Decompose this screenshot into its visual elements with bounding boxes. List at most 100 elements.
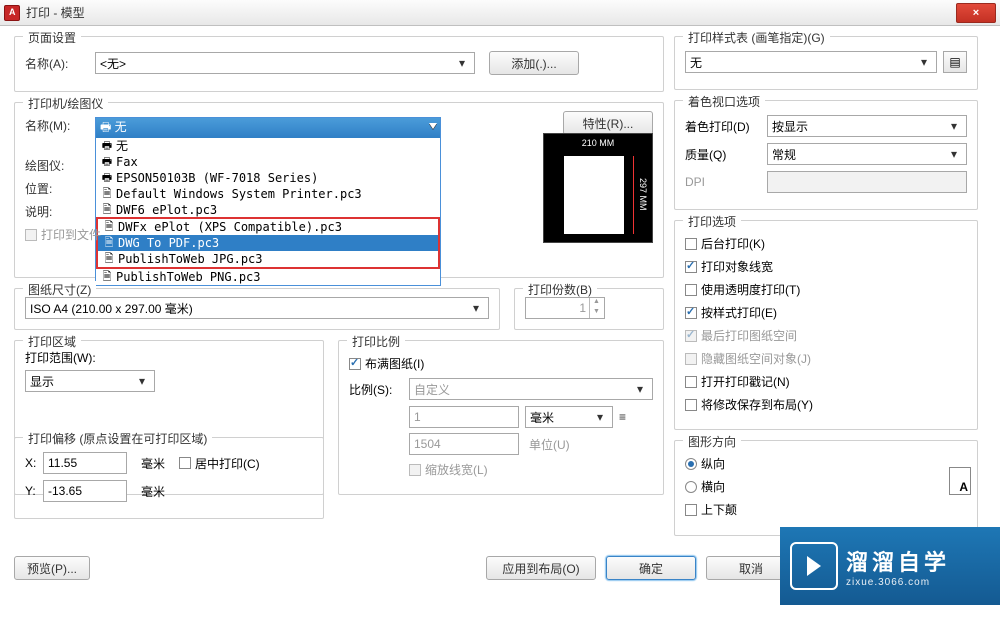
- preview-button[interactable]: 预览(P)...: [14, 556, 90, 580]
- checkbox-icon: [685, 330, 697, 342]
- preview-width-label: 210 MM: [564, 138, 632, 148]
- plot-option-checkbox[interactable]: 后台打印(K): [685, 235, 765, 252]
- checkbox-icon: [685, 353, 697, 365]
- scale-numerator-field[interactable]: 1: [409, 406, 519, 428]
- x-unit: 毫米: [141, 455, 165, 472]
- y-label: Y:: [25, 484, 43, 498]
- scale-combo[interactable]: 自定义 ▾: [409, 378, 653, 400]
- shade-plot-combo[interactable]: 按显示 ▾: [767, 115, 967, 137]
- group-paper-size: 图纸尺寸(Z) ISO A4 (210.00 x 297.00 毫米) ▾: [14, 288, 500, 330]
- plot-option-label: 按样式打印(E): [701, 304, 777, 321]
- plot-area-title: 打印区域: [23, 333, 81, 350]
- page-setup-name-combo[interactable]: <无> ▾: [95, 52, 475, 74]
- printer-title: 打印机/绘图仪: [23, 95, 108, 112]
- ok-button[interactable]: 确定: [606, 556, 696, 580]
- paper-size-combo[interactable]: ISO A4 (210.00 x 297.00 毫米) ▾: [25, 297, 489, 319]
- scale-label: 比例(S):: [349, 381, 409, 398]
- orientation-preview-icon: A: [949, 467, 971, 495]
- spin-down[interactable]: ▼: [590, 308, 603, 318]
- group-shaded-viewport: 着色视口选项 着色打印(D) 按显示 ▾ 质量(Q) 常规 ▾ DPI: [674, 100, 978, 210]
- list-item[interactable]: 🗎PublishToWeb PNG.pc3: [96, 269, 440, 285]
- plot-option-checkbox[interactable]: 将修改保存到布局(Y): [685, 396, 813, 413]
- watermark-logo: [790, 542, 838, 590]
- checkbox-icon: [685, 399, 697, 411]
- quality-combo[interactable]: 常规 ▾: [767, 143, 967, 165]
- plot-what-combo[interactable]: 显示 ▾: [25, 370, 155, 392]
- checkbox-icon: [685, 238, 697, 250]
- list-item[interactable]: 🖶EPSON50103B (WF-7018 Series): [96, 170, 440, 186]
- list-item[interactable]: 🖶Fax: [96, 154, 440, 170]
- plot-style-table-title: 打印样式表 (画笔指定)(G): [683, 29, 830, 46]
- group-plot-style-table: 打印样式表 (画笔指定)(G) 无 ▾ ▤: [674, 36, 978, 90]
- center-plot-checkbox[interactable]: 居中打印(C): [179, 455, 260, 472]
- plot-style-combo[interactable]: 无 ▾: [685, 51, 937, 73]
- watermark-title: 溜溜自学: [846, 545, 990, 577]
- printer-name-label: 名称(M):: [25, 117, 95, 134]
- shade-plot-label: 着色打印(D): [685, 118, 767, 135]
- list-item[interactable]: 🗎DWFx ePlot (XPS Compatible).pc3: [98, 219, 438, 235]
- list-item[interactable]: 🗎Default Windows System Printer.pc3: [96, 186, 440, 202]
- plot-option-checkbox[interactable]: 使用透明度打印(T): [685, 281, 800, 298]
- chevron-down-icon: ▾: [468, 301, 484, 315]
- plot-option-label: 将修改保存到布局(Y): [701, 396, 813, 413]
- x-offset-field[interactable]: 11.55: [43, 452, 127, 474]
- add-page-setup-button[interactable]: 添加(.)...: [489, 51, 579, 75]
- plot-offset-title: 打印偏移 (原点设置在可打印区域): [23, 430, 212, 447]
- scale-unit2-label: 单位(U): [525, 436, 613, 453]
- plot-option-checkbox[interactable]: 打印对象线宽: [685, 258, 773, 275]
- checkbox-icon: [349, 358, 361, 370]
- checkbox-icon: [179, 457, 191, 469]
- scale-unit-combo[interactable]: 毫米 ▾: [525, 406, 613, 428]
- scale-denominator-field[interactable]: 1504: [409, 433, 519, 455]
- plot-option-label: 最后打印图纸空间: [701, 327, 797, 344]
- plot-option-checkbox[interactable]: 按样式打印(E): [685, 304, 777, 321]
- chevron-down-icon: [429, 124, 437, 130]
- list-item[interactable]: 🗎DWF6 ePlot.pc3: [96, 202, 440, 218]
- x-label: X:: [25, 456, 43, 470]
- titlebar: 打印 - 模型 ×: [0, 0, 1000, 26]
- group-printer: 打印机/绘图仪 名称(M): 🖶 无 🖶无 🖶Fax 🖶EPSON50103B …: [14, 102, 664, 278]
- scale-lineweights-checkbox[interactable]: 缩放线宽(L): [409, 461, 488, 478]
- copies-title: 打印份数(B): [523, 281, 597, 298]
- quality-label: 质量(Q): [685, 146, 767, 163]
- printer-dropdown-list[interactable]: 🖶无 🖶Fax 🖶EPSON50103B (WF-7018 Series) 🗎D…: [96, 138, 440, 285]
- plot-option-checkbox: 最后打印图纸空间: [685, 327, 797, 344]
- page-setup-name-label: 名称(A):: [25, 55, 95, 72]
- orientation-title: 图形方向: [683, 433, 741, 450]
- y-unit: 毫米: [141, 483, 165, 500]
- list-item[interactable]: 🖶无: [96, 138, 440, 154]
- dpi-field: [767, 171, 967, 193]
- plot-option-checkbox[interactable]: 打开打印戳记(N): [685, 373, 790, 390]
- printer-properties-button[interactable]: 特性(R)...: [563, 111, 653, 135]
- copies-spin[interactable]: 1 ▲ ▼: [525, 297, 605, 319]
- list-item[interactable]: 🗎PublishToWeb JPG.pc3: [98, 251, 438, 267]
- list-item[interactable]: 🗎DWG To PDF.pc3: [98, 235, 438, 251]
- plot-option-label: 打开打印戳记(N): [701, 373, 790, 390]
- fit-to-paper-checkbox[interactable]: 布满图纸(I): [349, 355, 424, 372]
- watermark: 溜溜自学 zixue.3066.com: [780, 527, 1000, 605]
- window-title: 打印 - 模型: [26, 4, 956, 21]
- orientation-landscape-radio[interactable]: 横向: [685, 478, 725, 495]
- equals-icon: ≡: [619, 410, 626, 424]
- app-icon: [4, 5, 20, 21]
- chevron-down-icon: ▾: [134, 374, 150, 388]
- chevron-down-icon: ▾: [632, 382, 648, 396]
- play-icon: [807, 556, 821, 576]
- group-plot-options: 打印选项 后台打印(K) 打印对象线宽 使用透明度打印(T) 按样式打印(E) …: [674, 220, 978, 430]
- y-offset-field[interactable]: -13.65: [43, 480, 127, 502]
- checkbox-icon: [685, 284, 697, 296]
- plot-option-label: 使用透明度打印(T): [701, 281, 800, 298]
- checkbox-icon: [685, 504, 697, 516]
- plotter-label: 绘图仪:: [25, 157, 95, 174]
- orientation-portrait-radio[interactable]: 纵向: [685, 455, 725, 472]
- plot-to-file-checkbox[interactable]: 打印到文件: [25, 226, 101, 243]
- checkbox-icon: [25, 229, 37, 241]
- preview-height-label: 297 MM: [638, 158, 648, 230]
- printer-name-combo[interactable]: 🖶 无 🖶无 🖶Fax 🖶EPSON50103B (WF-7018 Series…: [95, 117, 441, 286]
- apply-to-layout-button[interactable]: 应用到布局(O): [486, 556, 596, 580]
- edit-styles-button[interactable]: ▤: [943, 51, 967, 73]
- plot-upside-down-checkbox[interactable]: 上下颠: [685, 501, 737, 518]
- watermark-url: zixue.3066.com: [846, 577, 990, 588]
- close-button[interactable]: ×: [956, 3, 996, 23]
- spin-up[interactable]: ▲: [590, 298, 603, 308]
